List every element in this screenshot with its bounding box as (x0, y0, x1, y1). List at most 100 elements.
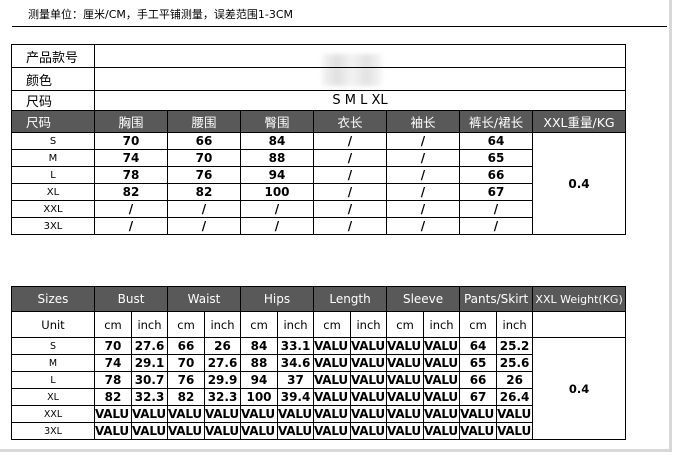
value-cell: 26 (496, 371, 534, 389)
value-cell: VALU (130, 422, 169, 440)
value-cell: 66 (167, 337, 206, 355)
value-cell: 32.3 (204, 388, 242, 406)
value-cell: 33.1 (277, 337, 315, 355)
value-cell: / (386, 200, 460, 218)
value-cell: / (459, 217, 533, 235)
size-cell: XL (11, 183, 95, 201)
value-cell: 78 (94, 371, 132, 389)
unit-cell: cm (313, 311, 352, 338)
size-label: 尺码 (11, 90, 95, 111)
value-cell: / (313, 183, 387, 201)
value-cell: VALU (167, 405, 206, 423)
header-cell: 裤长/裙长 (459, 110, 533, 133)
value-cell: 100 (240, 388, 279, 406)
value-cell: VALU (313, 422, 352, 440)
value-cell: 27.6 (204, 354, 242, 372)
unit-cell: cm (459, 311, 498, 338)
value-cell: VALU (459, 422, 498, 440)
value-cell: VALU (459, 405, 498, 423)
value-cell: 82 (94, 183, 168, 201)
header-cell: 袖长 (386, 110, 460, 133)
value-cell: 70 (94, 132, 168, 150)
value-cell: VALU (423, 337, 461, 355)
value-cell: / (313, 200, 387, 218)
header-cell: Hips (240, 286, 315, 312)
value-cell: 26 (204, 337, 242, 355)
value-cell: VALU (277, 405, 315, 423)
value-cell: / (167, 200, 241, 218)
value-cell: 25.2 (496, 337, 534, 355)
header-cell: Length (313, 286, 388, 312)
unit-cell: cm (240, 311, 279, 338)
value-cell: VALU (313, 337, 352, 355)
value-cell: 88 (240, 354, 279, 372)
value-cell: / (386, 183, 460, 201)
value-cell: / (313, 132, 387, 150)
value-cell: 32.3 (130, 388, 169, 406)
header-cell: Sizes (11, 286, 95, 312)
unit-cell: inch (277, 311, 315, 338)
value-cell: VALU (423, 388, 461, 406)
value-cell: 76 (167, 371, 206, 389)
cn-header-row: 尺码 胸围 腰围 臀围 衣长 袖长 裤长/裙长 XXL重量/KG (11, 110, 627, 133)
value-cell: VALU (423, 405, 461, 423)
value-cell: 37 (277, 371, 315, 389)
value-cell: VALU (204, 422, 242, 440)
value-cell: VALU (386, 371, 425, 389)
value-cell: 88 (240, 149, 314, 167)
value-cell: 84 (240, 337, 279, 355)
header-cell: 胸围 (94, 110, 168, 133)
unit-label: Unit (11, 311, 95, 338)
unit-cell: inch (130, 311, 169, 338)
value-cell: 76 (167, 166, 241, 184)
value-cell: VALU (350, 422, 388, 440)
value-cell: VALU (386, 337, 425, 355)
value-cell: 66 (459, 166, 533, 184)
value-cell: / (386, 132, 460, 150)
value-cell: / (240, 200, 314, 218)
size-cell: S (11, 337, 95, 355)
size-cell: M (11, 149, 95, 167)
size-cell: M (11, 354, 95, 372)
header-cell: Waist (167, 286, 242, 312)
value-cell: VALU (496, 422, 534, 440)
value-cell: 67 (459, 183, 533, 201)
value-cell: VALU (386, 422, 425, 440)
product-code-label: 产品款号 (11, 44, 95, 68)
product-code-value (93, 44, 627, 68)
color-label: 颜色 (11, 67, 95, 91)
header-cell: Bust (93, 286, 169, 312)
table-row: S 70 27.6 66 26 84 33.1 VALU VALU VALU VALU 64 25.2 0… (11, 337, 627, 440)
size-cell: L (11, 166, 95, 184)
value-cell: 26.4 (496, 388, 534, 406)
value-cell: 66 (459, 371, 498, 389)
header-cell: 尺码 (11, 110, 95, 133)
value-cell: VALU (386, 405, 425, 423)
size-value: S M L XL (93, 90, 627, 111)
value-cell: VALU (350, 354, 388, 372)
value-cell: VALU (350, 405, 388, 423)
value-cell: / (459, 200, 533, 218)
value-cell: 74 (94, 149, 168, 167)
measurement-note: 测量单位：厘米/CM，手工平铺测量，误差范围1-3CM (12, 3, 667, 27)
unit-cell: inch (423, 311, 461, 338)
size-cell: XXL (11, 405, 95, 423)
header-cell: Pants/Skirt (459, 286, 534, 312)
value-cell: / (313, 166, 387, 184)
color-value (93, 67, 627, 91)
value-cell: VALU (386, 388, 425, 406)
size-cell: XXL (11, 200, 95, 218)
value-cell: 29.1 (130, 354, 169, 372)
value-cell: VALU (313, 388, 352, 406)
header-cell: 臀围 (240, 110, 314, 133)
value-cell: 70 (94, 337, 132, 355)
value-cell: / (94, 200, 168, 218)
value-cell: VALU (313, 371, 352, 389)
header-cell: 腰围 (167, 110, 241, 133)
value-cell: VALU (496, 405, 534, 423)
size-cell: S (11, 132, 95, 150)
value-cell: 65 (459, 149, 533, 167)
value-cell: VALU (350, 388, 388, 406)
value-cell: VALU (313, 354, 352, 372)
value-cell: VALU (167, 422, 206, 440)
